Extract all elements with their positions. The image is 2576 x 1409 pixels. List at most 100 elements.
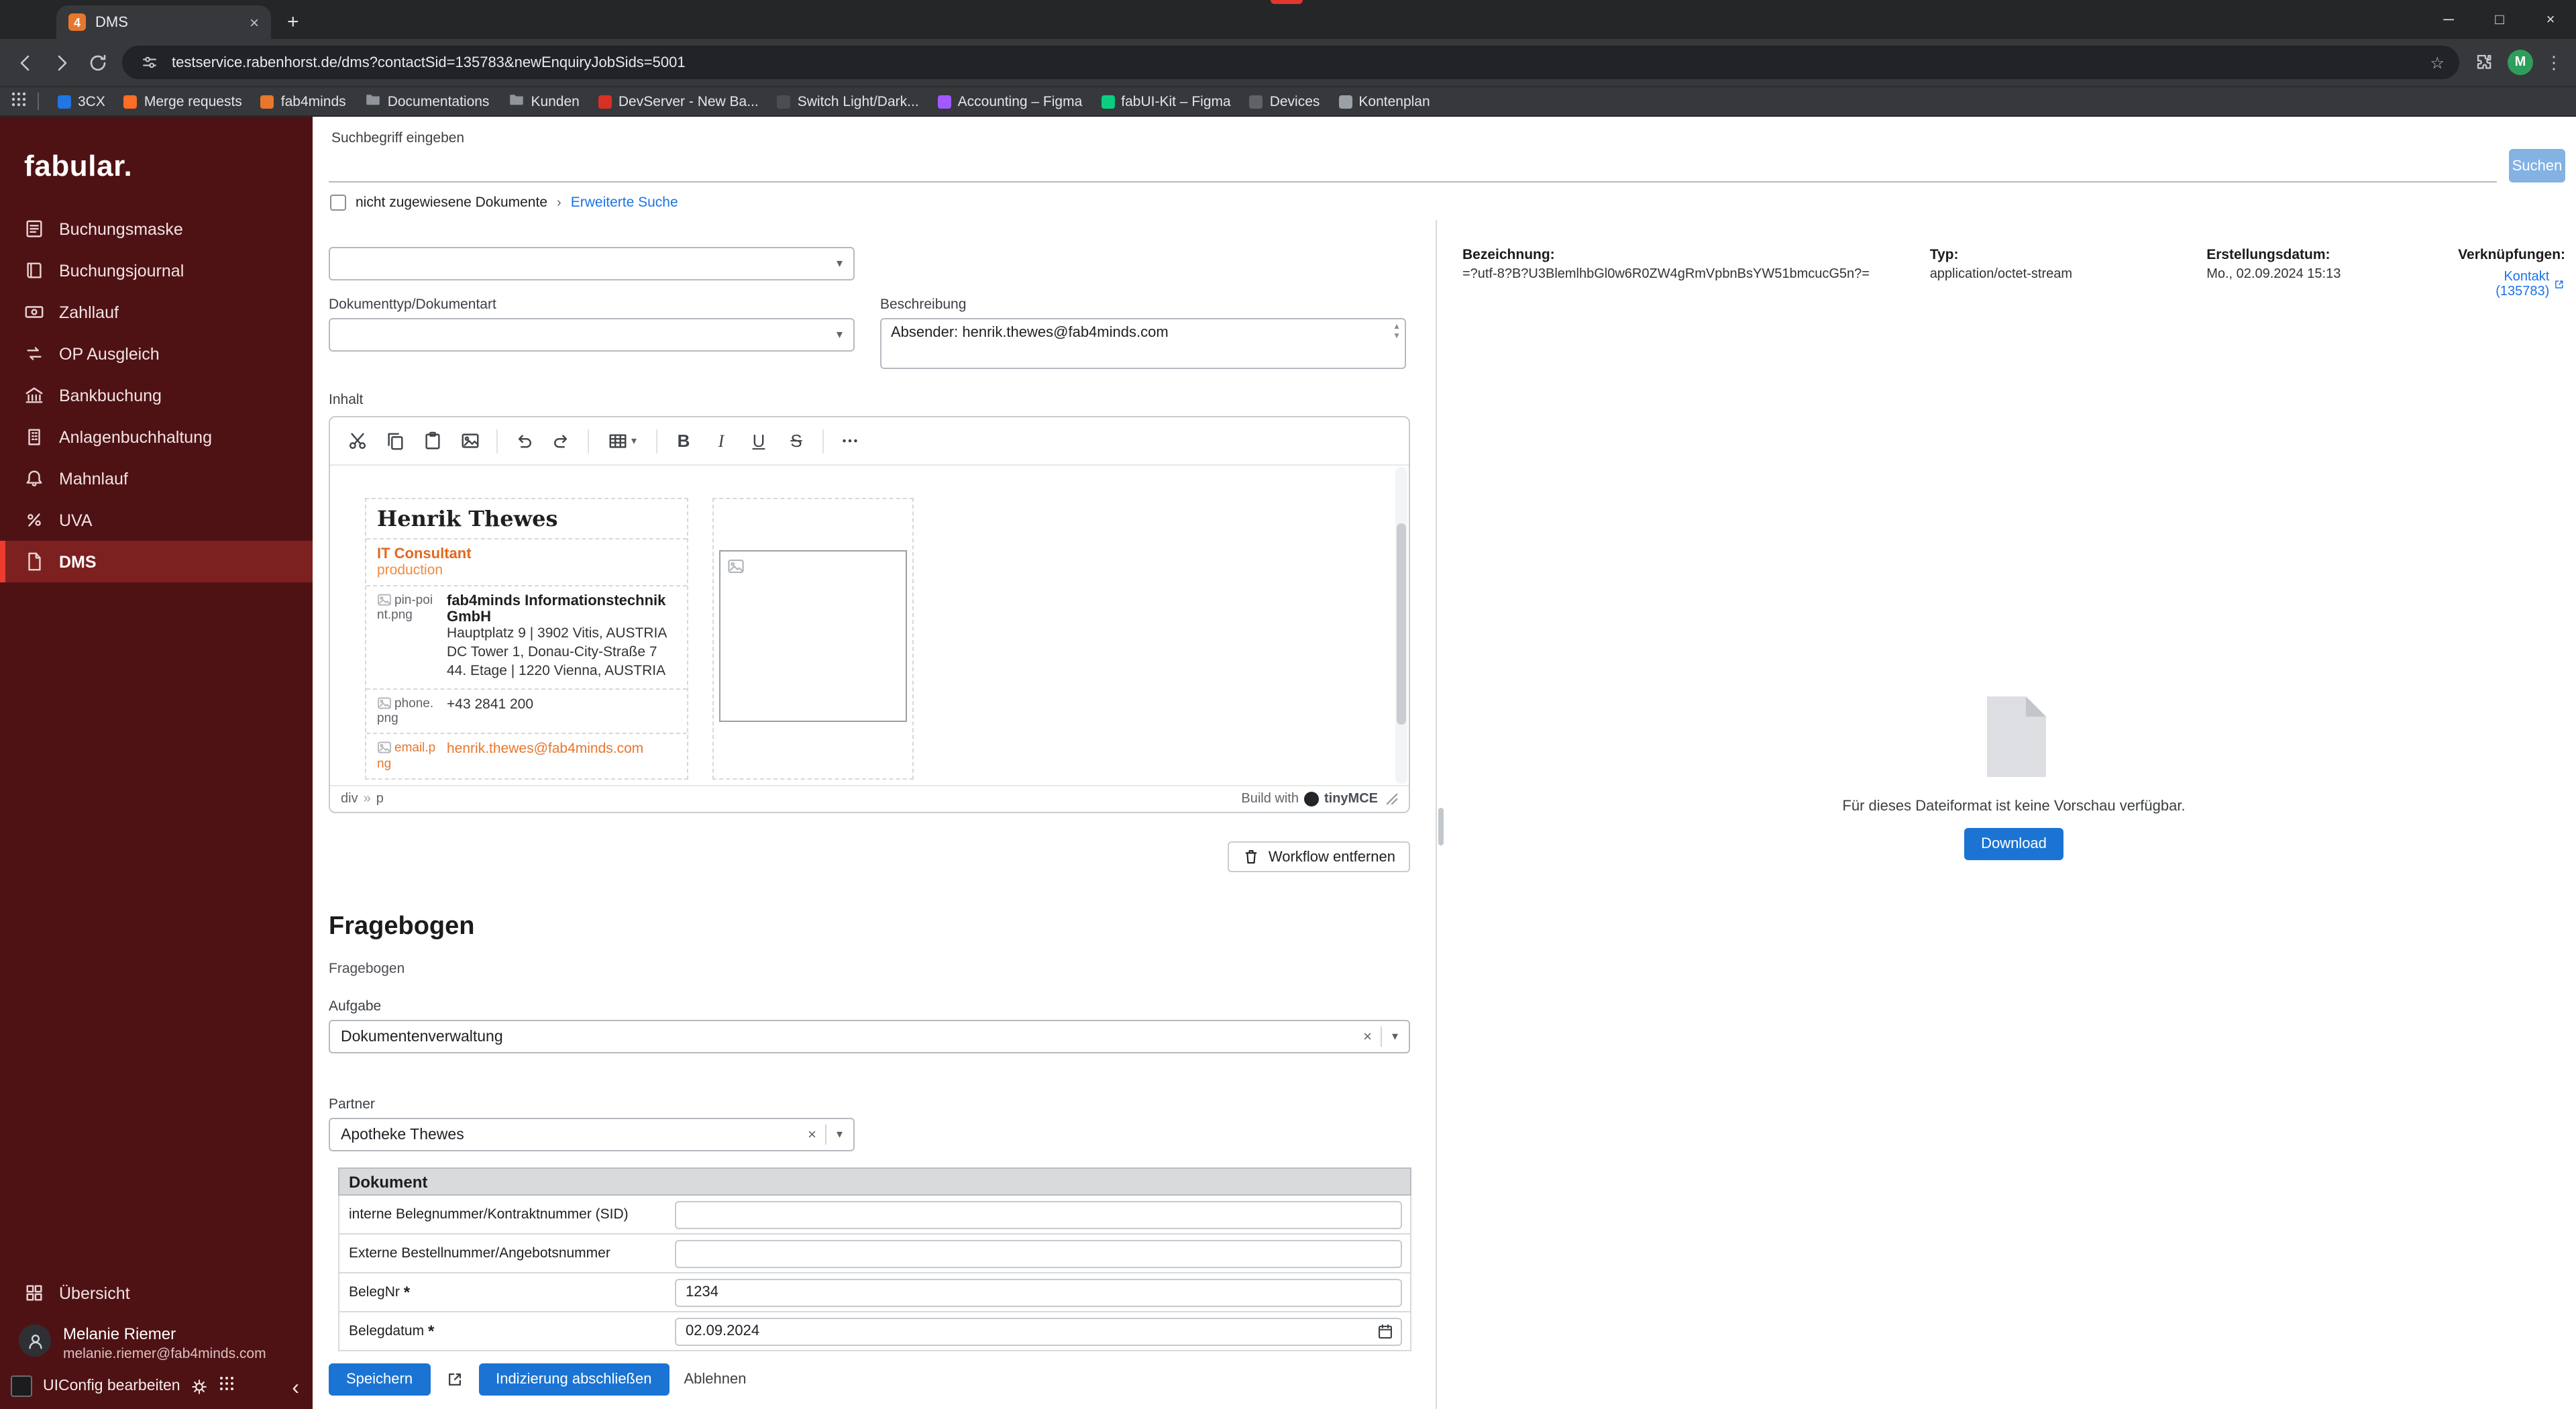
italic-icon[interactable]: I [703, 423, 739, 458]
sidebar-item-zahllauf[interactable]: Zahllauf [0, 291, 313, 333]
sidebar-item-mahnlauf[interactable]: Mahnlauf [0, 458, 313, 499]
refresh-icon[interactable] [86, 50, 110, 74]
panel-divider[interactable] [1436, 220, 1445, 1409]
download-button[interactable]: Download [1964, 828, 2064, 860]
folder-icon [508, 91, 524, 111]
clear-icon[interactable]: × [1354, 1029, 1381, 1045]
tab-close-icon[interactable]: × [250, 13, 259, 32]
sidebar-item-anlagenbuchhaltung[interactable]: Anlagenbuchhaltung [0, 416, 313, 458]
minimize-button[interactable]: ─ [2423, 0, 2474, 39]
external-order-number-input[interactable] [675, 1239, 1402, 1267]
open-external-icon[interactable] [445, 1370, 464, 1389]
underline-icon[interactable]: U [741, 423, 777, 458]
bookmark-devserver[interactable]: DevServer - New Ba... [590, 91, 767, 112]
signature-email-link[interactable]: henrik.thewes@fab4minds.com [447, 741, 643, 758]
form-icon [24, 219, 44, 239]
sidebar-item-buchungsjournal[interactable]: Buchungsjournal [0, 250, 313, 291]
editor-content[interactable]: Henrik Thewes IT Consultant production p… [330, 466, 1409, 785]
address-input[interactable]: testservice.rabenhorst.de/dms?contactSid… [122, 46, 2459, 79]
sidebar-item-label: Übersicht [59, 1284, 130, 1302]
receipt-number-input[interactable] [675, 1278, 1402, 1306]
description-label: Beschreibung [880, 297, 967, 313]
bookmark-devices[interactable]: Devices [1242, 91, 1328, 112]
uiconfig-button[interactable]: UIConfig bearbeiten [43, 1378, 180, 1394]
advanced-search-link[interactable]: Erweiterte Suche [571, 195, 678, 211]
new-tab-button[interactable]: + [287, 11, 299, 34]
divider-drag-handle[interactable] [1438, 808, 1444, 845]
scrollbar-arrows[interactable]: ▲ ▼ [1393, 323, 1401, 341]
sidebar-collapse-icon[interactable]: ‹ [292, 1377, 299, 1401]
reject-button[interactable]: Ablehnen [684, 1371, 746, 1388]
apps-menu-icon[interactable] [219, 1374, 235, 1398]
folder-icon [365, 91, 381, 111]
description-textarea[interactable]: Absender: henrik.thewes@fab4minds.com [880, 318, 1406, 369]
bookmark-merge-requests[interactable]: Merge requests [116, 91, 250, 112]
close-button[interactable]: × [2525, 0, 2576, 39]
tinymce-branding[interactable]: Build with tinyMCE [1241, 792, 1378, 806]
bookmark-switch-theme[interactable]: Switch Light/Dark... [769, 91, 927, 112]
complete-indexing-button[interactable]: Indizierung abschließen [478, 1363, 669, 1396]
undo-icon[interactable] [506, 423, 542, 458]
editor-scrollbar[interactable] [1395, 467, 1407, 784]
bookmark-documentations[interactable]: Documentations [357, 89, 498, 114]
site-icon [260, 95, 274, 108]
back-icon[interactable] [13, 50, 38, 74]
element-path-p[interactable]: p [376, 792, 384, 806]
calendar-icon[interactable] [1377, 1322, 1394, 1340]
redo-icon[interactable] [543, 423, 580, 458]
empty-select[interactable]: ▾ [329, 247, 855, 280]
site-info-icon[interactable] [137, 50, 161, 74]
save-button[interactable]: Speichern [329, 1363, 431, 1396]
broken-image-icon [377, 741, 392, 755]
sidebar-item-bankbuchung[interactable]: Bankbuchung [0, 374, 313, 416]
broken-image-phone: phone.png [377, 696, 434, 726]
sidebar-item-uva[interactable]: UVA [0, 499, 313, 541]
sidebar-item-dms[interactable]: DMS [0, 541, 313, 582]
copy-icon[interactable] [377, 423, 413, 458]
more-options-icon[interactable] [832, 423, 868, 458]
maximize-button[interactable]: □ [2474, 0, 2525, 39]
search-input[interactable] [329, 150, 2497, 182]
extensions-icon[interactable] [2471, 50, 2496, 74]
bookmark-3cx[interactable]: 3CX [50, 91, 113, 112]
search-button[interactable]: Suchen [2509, 149, 2565, 182]
browser-tab[interactable]: 4 DMS × [56, 5, 271, 39]
profile-avatar[interactable]: M [2508, 50, 2533, 75]
contact-link[interactable]: Kontakt (135783) [2458, 270, 2565, 299]
sidebar-item-uebersicht[interactable]: Übersicht [0, 1272, 313, 1314]
insert-image-icon[interactable] [452, 423, 488, 458]
element-path-div[interactable]: div [341, 792, 358, 806]
bookmark-fab4minds[interactable]: fab4minds [253, 91, 354, 112]
internal-number-input[interactable] [675, 1200, 1402, 1229]
doc-type-select[interactable]: ▾ [329, 318, 855, 352]
bookmark-fabui-figma[interactable]: fabUI-Kit – Figma [1093, 91, 1238, 112]
bold-icon[interactable]: B [665, 423, 702, 458]
clear-icon[interactable]: × [798, 1127, 826, 1143]
meta-value-erstellungsdatum: Mo., 02.09.2024 15:13 [2206, 267, 2341, 282]
strikethrough-icon[interactable]: S [778, 423, 814, 458]
balance-icon [24, 344, 44, 364]
gear-icon[interactable] [191, 1377, 209, 1395]
partner-select[interactable]: Apotheke Thewes × ▾ [329, 1118, 855, 1151]
sidebar-item-buchungsmaske[interactable]: Buchungsmaske [0, 208, 313, 250]
unassigned-checkbox[interactable] [330, 195, 346, 211]
bookmark-kunden[interactable]: Kunden [500, 89, 587, 114]
apps-grid-icon[interactable] [11, 89, 27, 113]
cut-icon[interactable] [339, 423, 376, 458]
scrollbar-thumb[interactable] [1397, 523, 1406, 725]
window-thumbnail[interactable] [11, 1375, 32, 1397]
paste-icon[interactable] [415, 423, 451, 458]
bookmark-kontenplan[interactable]: Kontenplan [1330, 91, 1438, 112]
table-icon[interactable]: ▾ [597, 423, 648, 458]
sidebar-item-op-ausgleich[interactable]: OP Ausgleich [0, 333, 313, 374]
receipt-date-input[interactable] [675, 1317, 1402, 1345]
editor-resize-handle[interactable] [1386, 793, 1398, 805]
partner-label: Partner [329, 1096, 375, 1112]
remove-workflow-button[interactable]: Workflow entfernen [1228, 841, 1410, 872]
task-select[interactable]: Dokumentenverwaltung × ▾ [329, 1020, 1410, 1053]
browser-menu-icon[interactable]: ⋮ [2545, 52, 2563, 73]
bookmark-accounting-figma[interactable]: Accounting – Figma [930, 91, 1091, 112]
user-profile[interactable]: Melanie Riemer melanie.riemer@fab4minds.… [0, 1314, 313, 1367]
forward-icon[interactable] [50, 50, 74, 74]
bookmark-star-icon[interactable]: ☆ [2430, 53, 2445, 72]
